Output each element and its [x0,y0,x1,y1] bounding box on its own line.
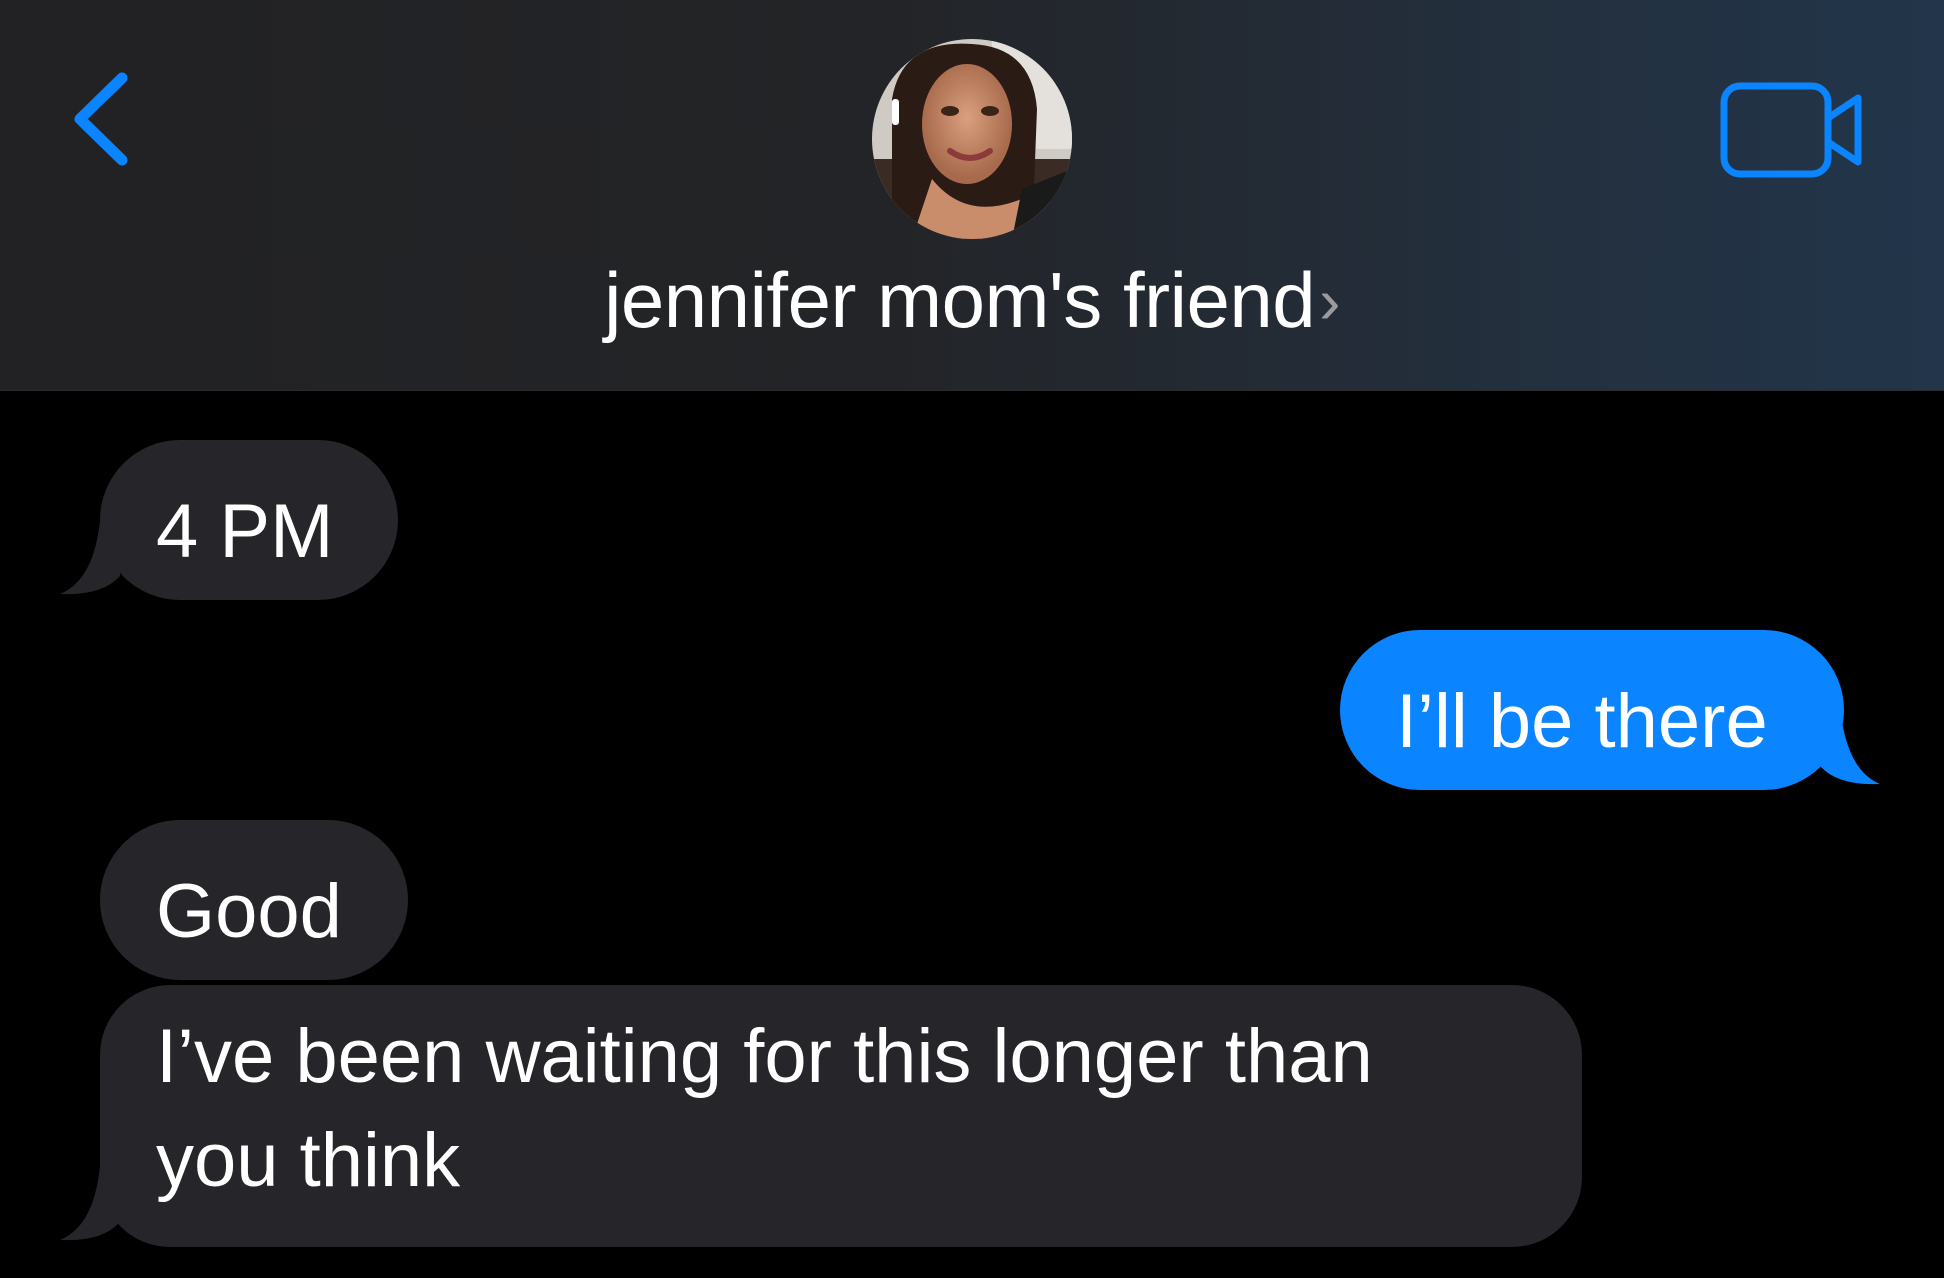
message-text: 4 PM [156,489,334,574]
message-text: Good [156,869,342,954]
contact-name-label: jennifer mom's friend [604,256,1316,344]
contact-name[interactable]: jennifer mom's friend› [0,255,1944,350]
message-text-line: I’ve been waiting for this longer than [156,1014,1373,1099]
message-text-line: you think [156,1118,461,1203]
message-bubble-incoming[interactable]: 4 PM [100,440,398,600]
message-bubble-incoming[interactable]: Good [100,820,408,980]
video-camera-icon [1720,82,1862,178]
chevron-right-icon: › [1319,265,1340,337]
conversation-header: jennifer mom's friend› [0,0,1944,391]
chevron-left-icon [74,72,128,166]
avatar[interactable] [872,39,1072,239]
facetime-video-button[interactable] [1718,80,1868,180]
message-bubble-outgoing[interactable]: I’ll be there [1340,630,1844,790]
message-bubble-incoming[interactable]: I’ve been waiting for this longer than y… [100,985,1582,1247]
back-button[interactable] [60,64,140,174]
message-text: I’ll be there [1396,679,1768,764]
